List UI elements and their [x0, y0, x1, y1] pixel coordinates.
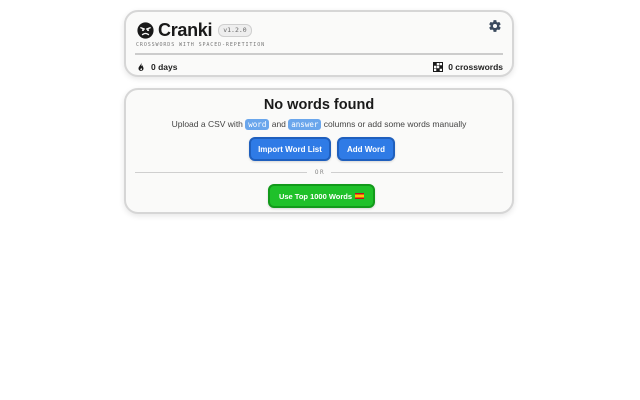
streak-label: 0 days [151, 62, 178, 72]
streak-stat: 0 days [136, 62, 177, 72]
instructions-text-start: Upload a CSV with [171, 119, 243, 129]
crosswords-label: 0 crosswords [448, 62, 503, 72]
version-badge: v1.2.0 [218, 23, 252, 37]
import-word-list-label: Import Word List [258, 144, 322, 154]
or-label: OR [314, 168, 326, 176]
empty-state-card: No words found Upload a CSV with word an… [124, 88, 514, 214]
app-title: Cranki [158, 19, 213, 40]
instructions-text-end: columns or add some words manually [323, 119, 467, 129]
import-word-list-button[interactable]: Import Word List [249, 137, 331, 161]
or-divider: OR [135, 167, 504, 177]
angry-face-icon [137, 21, 154, 39]
use-top-words-label: Use Top 1000 Words [278, 191, 353, 201]
gear-icon[interactable] [488, 19, 502, 33]
instructions-text-and: and [271, 119, 286, 129]
or-line-left [135, 171, 307, 173]
answer-column-chip: answer [288, 119, 322, 130]
word-column-chip: word [245, 119, 270, 130]
flame-icon [138, 62, 144, 71]
add-word-label: Add Word [346, 144, 386, 154]
logo: Cranki v1.2.0 [137, 19, 252, 41]
add-word-button[interactable]: Add Word [337, 137, 395, 161]
use-top-words-button[interactable]: Use Top 1000 Words [268, 184, 375, 208]
spain-flag-icon [355, 193, 365, 199]
crossword-grid-icon [433, 62, 444, 72]
header-card: Cranki v1.2.0 CROSSWORDS WITH SPACED-REP… [124, 10, 514, 77]
or-line-right [331, 171, 504, 173]
empty-state-instructions: Upload a CSV with word and answer column… [126, 119, 512, 130]
crosswords-stat: 0 crosswords [433, 62, 503, 72]
header-divider [135, 53, 503, 55]
empty-state-title: No words found [263, 97, 375, 113]
app-root: Cranki v1.2.0 CROSSWORDS WITH SPACED-REP… [0, 0, 640, 400]
app-tagline: CROSSWORDS WITH SPACED-REPETITION [136, 42, 266, 48]
